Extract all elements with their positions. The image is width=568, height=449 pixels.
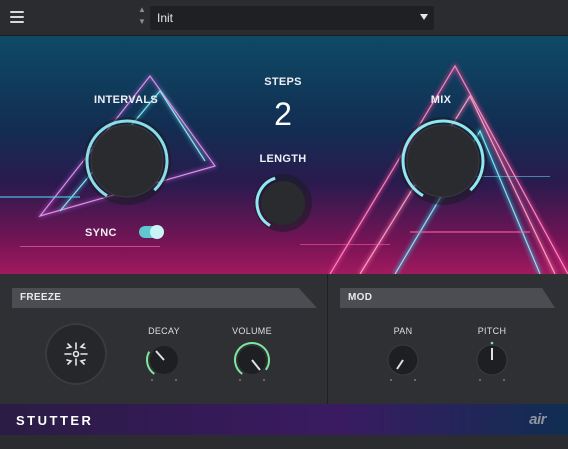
- pan-knob[interactable]: [382, 340, 424, 384]
- preset-prev-icon[interactable]: ▲: [137, 5, 147, 17]
- mod-title: MOD: [348, 292, 373, 303]
- freeze-panel-header: FREEZE: [12, 288, 317, 308]
- preset-dropdown[interactable]: Init: [150, 6, 434, 30]
- preset-name: Init: [157, 11, 174, 25]
- steps-value[interactable]: 2: [258, 96, 308, 133]
- volume-label: VOLUME: [232, 326, 272, 336]
- preset-next-icon[interactable]: ▼: [137, 17, 147, 29]
- volume-knob[interactable]: [231, 340, 273, 384]
- bottom-strip: [0, 435, 568, 449]
- decay-knob[interactable]: [143, 340, 185, 384]
- intervals-knob[interactable]: [80, 114, 174, 208]
- plugin-name: STUTTER: [16, 413, 94, 428]
- pitch-label: PITCH: [477, 326, 507, 336]
- sync-toggle[interactable]: [139, 225, 164, 239]
- pitch-knob[interactable]: [471, 340, 513, 384]
- footer-bar: STUTTER air: [0, 404, 568, 435]
- chevron-down-icon: [420, 14, 428, 20]
- panel-divider: [327, 274, 328, 404]
- air-logo: air: [529, 411, 546, 428]
- steps-label: STEPS: [264, 76, 302, 88]
- hero-panel: INTERVALS STEPS 2 LENGTH MIX SYNC: [0, 36, 568, 274]
- mix-label: MIX: [430, 94, 452, 106]
- top-bar: ▲ ▼ Init: [0, 0, 568, 36]
- decay-label: DECAY: [148, 326, 180, 336]
- freeze-burst-icon: [64, 342, 88, 366]
- length-label: LENGTH: [259, 153, 307, 165]
- mix-knob[interactable]: [396, 114, 490, 208]
- toggle-thumb: [150, 225, 164, 239]
- hamburger-menu-icon[interactable]: [10, 10, 24, 24]
- freeze-title: FREEZE: [20, 292, 62, 303]
- preset-stepper: ▲ ▼: [137, 5, 147, 29]
- length-knob[interactable]: [252, 172, 314, 234]
- mod-panel-header: MOD: [340, 288, 555, 308]
- freeze-button[interactable]: [45, 323, 107, 385]
- pan-label: PAN: [393, 326, 413, 336]
- sync-label: SYNC: [85, 227, 117, 239]
- intervals-label: INTERVALS: [93, 94, 159, 106]
